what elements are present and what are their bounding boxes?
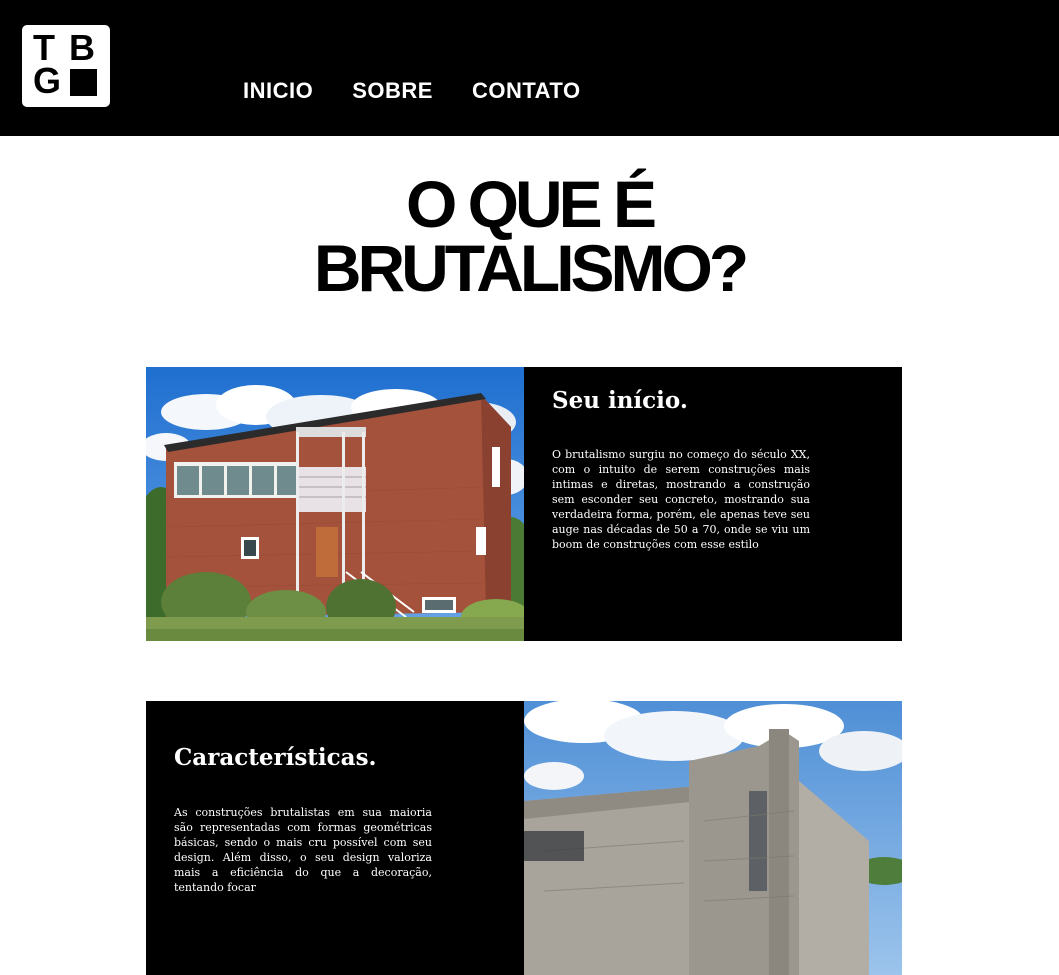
inicio-text-panel: Seu início. O brutalismo surgiu no começ…: [524, 367, 902, 641]
concrete-building-illustration: [524, 701, 902, 975]
page-title: O QUE É BRUTALISMO?: [0, 171, 1059, 301]
caracteristicas-text-panel: Características. As construções brutalis…: [146, 701, 524, 975]
brick-house-illustration: [146, 367, 524, 641]
section-heading: Seu início.: [552, 387, 688, 414]
page-title-line-2: BRUTALISMO?: [313, 231, 749, 305]
logo-letter-g: G: [33, 60, 62, 101]
brick-house-photo: [146, 367, 524, 641]
page-title-line-1: O QUE É: [405, 167, 657, 241]
section-caracteristicas: Características. As construções brutalis…: [146, 701, 902, 975]
logo-letter-b: B: [69, 27, 95, 68]
section-body: As construções brutalistas em sua maiori…: [174, 806, 432, 894]
site-logo[interactable]: T B G: [22, 25, 110, 107]
nav-link-contato[interactable]: CONTATO: [472, 78, 581, 104]
main-nav: INICIO SOBRE CONTATO: [243, 78, 620, 104]
nav-link-sobre[interactable]: SOBRE: [352, 78, 433, 104]
site-header: T B G INICIO SOBRE CONTATO: [0, 0, 1059, 136]
section-heading: Características.: [174, 744, 377, 771]
section-inicio: Seu início. O brutalismo surgiu no começ…: [146, 367, 902, 641]
logo-square-icon: [70, 69, 97, 96]
section-body: O brutalismo surgiu no começo do século …: [552, 448, 810, 551]
nav-link-inicio[interactable]: INICIO: [243, 78, 313, 104]
concrete-building-photo: [524, 701, 902, 975]
